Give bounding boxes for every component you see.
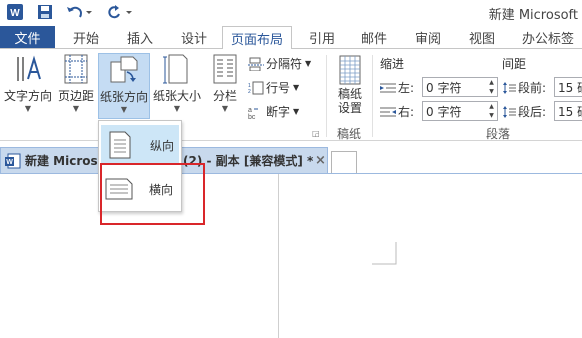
word-doc-icon: W bbox=[5, 153, 21, 168]
indent-left-input[interactable]: 0 字符 ▲ ▼ bbox=[422, 77, 498, 97]
tab-design[interactable]: 设计 bbox=[172, 26, 216, 48]
breaks-icon bbox=[248, 57, 264, 71]
paper-size-icon bbox=[163, 54, 188, 84]
svg-text:bc: bc bbox=[248, 114, 256, 119]
paragraph-group-label: 段落 bbox=[486, 127, 511, 141]
group-separator bbox=[372, 55, 373, 137]
draft-paper-label-1: 稿纸 bbox=[337, 87, 362, 101]
document-area[interactable] bbox=[0, 173, 582, 338]
draft-paper-label-2: 设置 bbox=[337, 101, 362, 115]
margins-button[interactable]: 页边距 ▼ bbox=[56, 53, 96, 119]
indent-right-label: 右: bbox=[380, 103, 414, 120]
size-button[interactable]: 纸张大小 ▼ bbox=[152, 53, 202, 119]
text-direction-label: 文字方向 bbox=[3, 89, 52, 103]
document-title-start: 新建 Micros bbox=[25, 154, 98, 168]
draft-group-label: 稿纸 bbox=[337, 127, 362, 141]
chevron-down-icon: ▼ bbox=[173, 104, 181, 113]
redo-icon[interactable] bbox=[104, 3, 134, 21]
indent-header: 缩进 bbox=[380, 57, 405, 71]
chevron-down-icon: ▼ bbox=[72, 104, 80, 113]
chevron-down-icon: ▼ bbox=[221, 104, 229, 113]
tab-view[interactable]: 视图 bbox=[460, 26, 504, 48]
draft-paper-icon bbox=[339, 55, 361, 85]
tab-file[interactable]: 文件 bbox=[0, 26, 55, 48]
hyphenation-icon: abc bbox=[248, 107, 258, 119]
columns-button[interactable]: 分栏 ▼ bbox=[206, 53, 244, 119]
undo-icon[interactable] bbox=[64, 3, 94, 21]
ribbon-tabs: 文件 开始 插入 设计 页面布局 引用 邮件 审阅 视图 办公标签 bbox=[0, 26, 582, 49]
spacing-header: 间距 bbox=[502, 57, 527, 71]
columns-label: 分栏 bbox=[212, 89, 237, 103]
draft-paper-settings-button[interactable]: 稿纸 设置 bbox=[330, 55, 370, 125]
svg-text:2: 2 bbox=[248, 89, 251, 95]
columns-icon bbox=[213, 54, 237, 84]
line-numbers-label: 行号 bbox=[266, 81, 291, 95]
tab-insert[interactable]: 插入 bbox=[118, 26, 162, 48]
svg-text:a: a bbox=[248, 107, 252, 114]
text-direction-button[interactable]: 文字方向 ▼ bbox=[2, 53, 54, 119]
close-icon[interactable]: × bbox=[315, 153, 326, 168]
orientation-label: 纸张方向 bbox=[99, 90, 148, 104]
chevron-down-icon: ▼ bbox=[293, 83, 300, 92]
chevron-down-icon: ▼ bbox=[120, 105, 128, 114]
tab-review[interactable]: 审阅 bbox=[406, 26, 450, 48]
space-before-icon bbox=[503, 81, 516, 94]
line-numbers-icon: 12 bbox=[248, 81, 264, 95]
chevron-down-icon: ▼ bbox=[293, 107, 300, 116]
group-separator bbox=[326, 55, 327, 137]
new-tab-button[interactable] bbox=[331, 151, 357, 173]
space-before-input[interactable]: 15 磅 bbox=[554, 77, 582, 97]
page-edge bbox=[278, 174, 279, 338]
orientation-button[interactable]: 纸张方向 ▼ bbox=[98, 53, 150, 119]
size-label: 纸张大小 bbox=[152, 89, 201, 103]
margins-icon bbox=[64, 54, 88, 84]
title-bar: W 新建 Microsoft bbox=[0, 0, 582, 26]
ribbon-page-layout: 文字方向 ▼ 页边距 ▼ 纸张方向 ▼ 纸张大小 ▼ 分栏 ▼ 分隔符 ▼ 1 … bbox=[0, 48, 582, 141]
space-before-label: 段前: bbox=[502, 79, 546, 96]
svg-text:W: W bbox=[6, 159, 13, 166]
margins-label: 页边距 bbox=[57, 89, 94, 103]
line-numbers-button[interactable]: 12 行号 ▼ bbox=[248, 79, 299, 96]
svg-text:W: W bbox=[10, 8, 20, 19]
dialog-launcher-icon[interactable]: ◲ bbox=[312, 129, 320, 138]
window-title: 新建 Microsoft bbox=[488, 8, 578, 23]
portrait-page-icon bbox=[109, 131, 131, 159]
document-tab-bar: W 新建 Micros (2) - 副本 [兼容模式] * × bbox=[0, 141, 582, 173]
tab-references[interactable]: 引用 bbox=[300, 26, 344, 48]
indent-right-icon bbox=[380, 107, 396, 116]
chevron-down-icon: ▼ bbox=[24, 104, 32, 113]
word-icon[interactable]: W bbox=[6, 3, 24, 21]
chevron-down-icon: ▼ bbox=[305, 59, 312, 68]
portrait-label: 纵向 bbox=[150, 138, 175, 153]
hyphenation-label: 断字 bbox=[266, 105, 291, 119]
tab-home[interactable]: 开始 bbox=[64, 26, 108, 48]
tab-mailings[interactable]: 邮件 bbox=[352, 26, 396, 48]
indent-left-label: 左: bbox=[380, 79, 414, 96]
hyphenation-button[interactable]: a bc 断字 ▼ bbox=[248, 103, 299, 120]
text-direction-icon bbox=[17, 55, 41, 81]
indent-left-icon bbox=[380, 83, 396, 92]
breaks-button[interactable]: 分隔符 ▼ bbox=[248, 55, 311, 72]
indent-right-input[interactable]: 0 字符 ▲ ▼ bbox=[422, 101, 498, 121]
breaks-label: 分隔符 bbox=[266, 57, 303, 71]
portrait-option[interactable]: 纵向 bbox=[101, 125, 179, 165]
tab-page-layout[interactable]: 页面布局 bbox=[222, 26, 292, 49]
tab-office-tab[interactable]: 办公标签 bbox=[514, 26, 582, 48]
spinner-arrows-icon[interactable]: ▲ ▼ bbox=[487, 102, 496, 120]
margin-corner-mark bbox=[372, 242, 397, 265]
space-after-icon bbox=[503, 105, 516, 118]
spinner-arrows-icon[interactable]: ▲ ▼ bbox=[487, 78, 496, 96]
highlight-box bbox=[100, 163, 205, 225]
space-after-input[interactable]: 15 磅 bbox=[554, 101, 582, 121]
save-icon[interactable] bbox=[36, 3, 54, 21]
space-after-label: 段后: bbox=[502, 103, 546, 120]
orientation-icon bbox=[110, 56, 138, 83]
